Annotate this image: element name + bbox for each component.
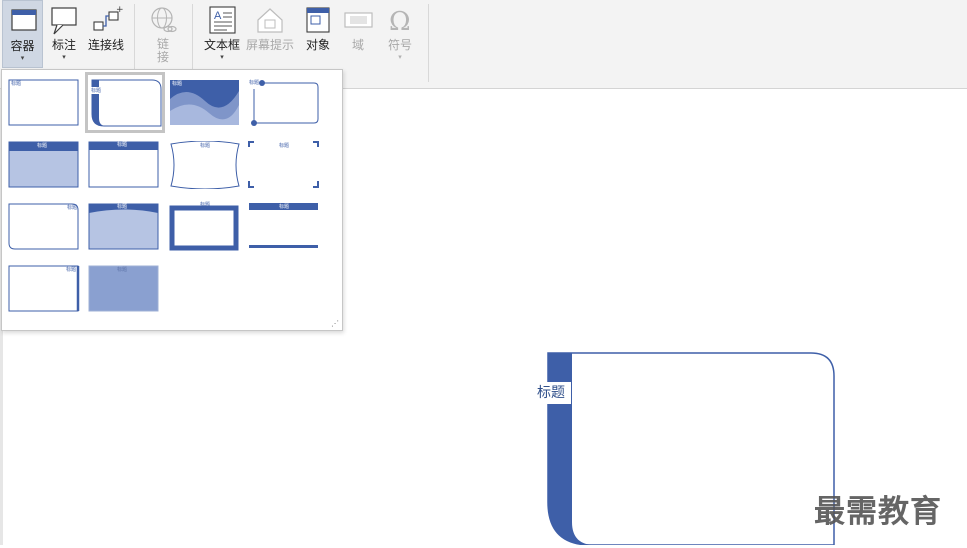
chevron-down-icon: ▾: [62, 53, 66, 61]
container-icon: [6, 5, 40, 37]
container-style-tile[interactable]: 标题: [8, 265, 84, 321]
container-style-tile[interactable]: 标题: [88, 141, 164, 197]
chevron-down-icon: ▾: [220, 53, 224, 61]
object-icon: [301, 4, 335, 36]
watermark-text: 最需教育: [814, 494, 942, 530]
screentip-icon: [253, 4, 287, 36]
container-style-tile[interactable]: 标题: [88, 203, 164, 259]
textbox-label: 文本框: [203, 38, 240, 52]
chevron-down-icon: ▾: [20, 54, 25, 62]
tile-title: 标题: [11, 81, 22, 87]
globe-link-icon: [146, 4, 180, 36]
link-button[interactable]: 链接: [144, 0, 182, 70]
tile-title: 标题: [66, 267, 77, 273]
container-style-tile[interactable]: 标题: [8, 79, 84, 135]
field-icon: [341, 4, 375, 36]
canvas-container-shape[interactable]: [547, 352, 835, 546]
textbox-icon: A: [205, 4, 239, 36]
tile-title: 标题: [279, 143, 290, 149]
tile-title: 标题: [117, 267, 128, 273]
ribbon-divider: [428, 4, 429, 82]
container-style-tile[interactable]: 标题: [248, 203, 324, 259]
svg-text:A: A: [214, 10, 222, 22]
container-style-tile[interactable]: 标题: [248, 79, 324, 135]
container-style-tile[interactable]: 标题: [8, 203, 84, 259]
chevron-down-icon: ▾: [398, 53, 402, 61]
container-style-tile[interactable]: 标题: [88, 265, 164, 321]
callout-button[interactable]: 标注 ▾: [46, 0, 82, 70]
tile-title: 标题: [200, 143, 211, 149]
container-style-tile-selected[interactable]: 标题: [85, 72, 165, 133]
container-style-tile[interactable]: 标题: [169, 141, 245, 197]
textbox-button[interactable]: A 文本框 ▾: [200, 0, 244, 70]
tile-title: 标题: [279, 204, 290, 210]
svg-text:+: +: [116, 5, 123, 15]
container-title-label[interactable]: 标题: [531, 382, 571, 404]
container-style-tile[interactable]: 标题: [8, 141, 84, 197]
tile-title: 标题: [172, 81, 183, 87]
container-style-gallery: 标题 标题 标题 标题 标题 标题 标题 标题 标题 标题 标题 标题 标题 标…: [1, 69, 343, 331]
screentip-button[interactable]: 屏幕提示: [244, 0, 296, 70]
tile-title: 标题: [117, 204, 128, 210]
symbol-label: 符号: [387, 38, 412, 52]
tile-title: 标题: [37, 143, 48, 149]
connector-label: 连接线: [87, 38, 124, 52]
omega-icon: Ω: [383, 4, 417, 37]
tile-title: 标题: [200, 202, 211, 208]
callout-label: 标注: [51, 38, 76, 52]
tile-title: 标题: [67, 205, 78, 211]
connector-icon: +: [89, 4, 124, 36]
container-label: 容器: [10, 39, 35, 53]
container-style-tile[interactable]: 标题: [169, 79, 245, 135]
screentip-label: 屏幕提示: [245, 38, 294, 52]
tile-title: 标题: [249, 80, 260, 86]
container-style-tile[interactable]: 标题: [248, 141, 324, 197]
link-label: 链接: [156, 37, 169, 64]
connector-button[interactable]: + 连接线: [84, 0, 128, 70]
tile-title: 标题: [117, 142, 128, 148]
field-button[interactable]: 域: [340, 0, 376, 70]
object-button[interactable]: 对象: [300, 0, 336, 70]
gallery-resize-grip[interactable]: ⋰: [331, 319, 339, 328]
tile-title: 标题: [91, 87, 102, 94]
container-button[interactable]: 容器 ▾: [2, 0, 43, 68]
callout-icon: [47, 4, 81, 36]
container-style-tile[interactable]: 标题: [169, 202, 245, 259]
field-label: 域: [351, 38, 364, 52]
object-label: 对象: [305, 38, 330, 52]
symbol-button[interactable]: Ω 符号 ▾: [382, 0, 418, 70]
svg-text:Ω: Ω: [389, 7, 411, 36]
